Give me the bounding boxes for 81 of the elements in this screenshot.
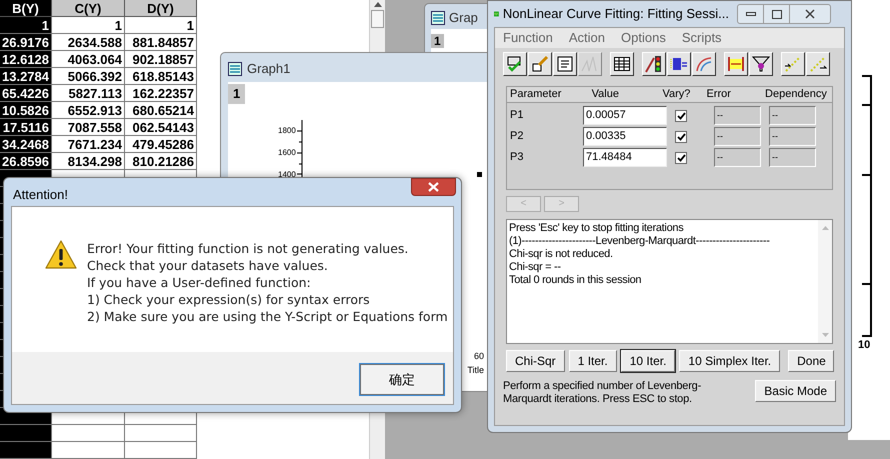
- log-line: (1)----------------------Levenberg-Marquardt----------------------: [509, 235, 771, 248]
- window-title: Attention!: [12, 186, 68, 204]
- table-cell: 1: [0, 17, 52, 34]
- error-field: --: [714, 106, 761, 125]
- log-line: Press 'Esc' key to stop fitting iterations: [509, 222, 684, 235]
- table-cell: 162.22357: [125, 85, 197, 102]
- value-field[interactable]: 0.00057: [583, 106, 667, 125]
- table-cell: 5827.113: [52, 85, 125, 102]
- table-cell: 1: [52, 17, 125, 34]
- window-title: Grap: [449, 9, 478, 28]
- layer-tab[interactable]: 1: [228, 84, 246, 104]
- value-field[interactable]: 71.48484: [583, 148, 667, 167]
- log-line: Total 0 rounds in this session: [509, 274, 642, 287]
- column-header[interactable]: C(Y): [52, 0, 125, 17]
- ok-button[interactable]: 确定: [360, 364, 444, 395]
- done-button[interactable]: Done: [788, 350, 834, 372]
- axis-title: Title: [467, 364, 484, 376]
- basic-mode-button[interactable]: Basic Mode: [755, 380, 836, 402]
- iteration-button[interactable]: Chi-Sqr: [506, 350, 565, 372]
- table-cell: 7671.234: [52, 136, 125, 153]
- table-cell: 881.84857: [125, 34, 197, 51]
- column-header[interactable]: B(Y): [0, 0, 52, 17]
- hint-text: Perform a specified number of Levenberg-Marquardt iterations. Press ESC to stop.: [503, 380, 702, 406]
- table-cell: 5066.392: [52, 68, 125, 85]
- table-cell: 6552.913: [52, 102, 125, 119]
- table-cell: 618.85143: [125, 68, 197, 85]
- table-cell: 13.2784: [0, 68, 52, 85]
- table-cell: 26.8596: [0, 153, 52, 170]
- menu-item[interactable]: Action: [568, 28, 606, 48]
- table-cell: 902.18857: [125, 51, 197, 68]
- table-cell: 8134.298: [52, 153, 125, 170]
- table-cell: 1: [125, 17, 197, 34]
- axis-tick-label: 1800: [278, 125, 296, 137]
- log-line: Chi-sqr = --: [509, 261, 562, 274]
- menu-item[interactable]: Scripts: [682, 28, 722, 48]
- layer-tab[interactable]: 1: [431, 34, 444, 48]
- table-cell: 26.9176: [0, 34, 52, 51]
- parameter-name: P3: [509, 150, 524, 166]
- message-line: 2) Make sure you are using the Y-Script or Equations form: [87, 308, 448, 325]
- iteration-button[interactable]: 10 Simplex Iter.: [679, 350, 780, 372]
- message-line: Error! Your fitting function is not generating values.: [87, 240, 410, 257]
- column-header: Value: [590, 87, 620, 102]
- axis-tick-label: 1600: [278, 147, 296, 159]
- table-cell: 7087.558: [52, 119, 125, 136]
- log-line: Chi-sqr is not reduced.: [509, 248, 614, 261]
- message-line: Check that your datasets have values.: [87, 257, 329, 274]
- parameter-name: P2: [509, 129, 524, 144]
- table-cell: 12.6128: [0, 51, 52, 68]
- axis-tick-label: 10: [858, 338, 872, 353]
- message-line: 1) Check your expression(s) for syntax errors: [87, 291, 371, 308]
- table-cell: 479.45286: [125, 136, 197, 153]
- table-cell: 2634.588: [52, 34, 125, 51]
- dependency-field: --: [769, 127, 816, 146]
- menu-item[interactable]: Function: [503, 28, 553, 48]
- window-title: NonLinear Curve Fitting: Fitting Sessi...: [502, 5, 729, 24]
- axis-tick-label: 60: [474, 350, 484, 363]
- axis-tick-label: 1400: [278, 169, 296, 181]
- window-title: Graph1: [247, 60, 290, 78]
- table-cell: 4063.064: [52, 51, 125, 68]
- dependency-field: --: [769, 148, 816, 167]
- message-line: If you have a User-defined function:: [87, 274, 312, 291]
- table-cell: 062.54143: [125, 119, 197, 136]
- error-field: --: [714, 127, 761, 146]
- table-cell: 65.4226: [0, 85, 52, 102]
- iteration-button[interactable]: 10 Iter.: [620, 350, 676, 372]
- menu-item[interactable]: Options: [621, 28, 666, 48]
- column-header: Vary?: [661, 87, 692, 102]
- parameter-name: P1: [509, 108, 524, 124]
- dependency-field: --: [769, 106, 816, 125]
- value-field[interactable]: 0.00335: [583, 127, 667, 146]
- column-header[interactable]: D(Y): [125, 0, 197, 17]
- column-header: Parameter: [509, 87, 562, 102]
- column-header: Error: [706, 87, 732, 102]
- iteration-button[interactable]: 1 Iter.: [568, 350, 617, 372]
- table-cell: 34.2468: [0, 136, 52, 153]
- table-cell: 680.65214: [125, 102, 197, 119]
- table-cell: 10.5826: [0, 102, 52, 119]
- table-cell: 17.5116: [0, 119, 52, 136]
- error-field: --: [714, 148, 761, 167]
- table-cell: 810.21286: [125, 153, 197, 170]
- column-header: Dependency: [764, 87, 828, 102]
